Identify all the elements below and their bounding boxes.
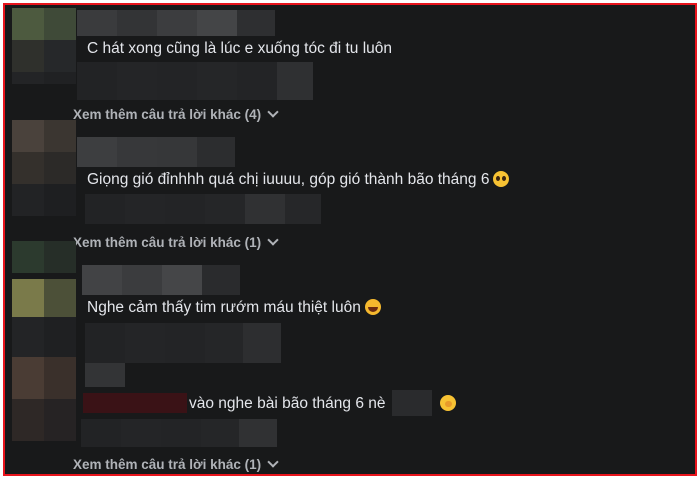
comment-meta xyxy=(85,323,281,363)
avatar[interactable] xyxy=(12,8,76,84)
avatar[interactable] xyxy=(12,241,76,359)
comment-meta xyxy=(77,62,313,100)
author-name[interactable] xyxy=(77,10,275,36)
comment-body: Nghe cảm thấy tim rướm máu thiệt luôn xyxy=(87,299,361,316)
view-more-replies-label: Xem thêm câu trả lời khác (4) xyxy=(73,107,262,122)
view-more-replies-link[interactable]: Xem thêm câu trả lời khác (4) xyxy=(73,106,279,122)
comment-text: C hát xong cũng là lúc e xuống tóc đi tu… xyxy=(87,39,392,59)
comment-body: vào nghe bài bão tháng 6 nè xyxy=(189,395,386,412)
avatar[interactable] xyxy=(12,120,76,216)
comment-text: Nghe cảm thấy tim rướm máu thiệt luôn xyxy=(87,298,381,318)
comment-text: Giọng gió đỉnhhh quá chị iuuuu, góp gió … xyxy=(87,170,510,190)
comment-meta xyxy=(85,194,321,224)
laughing-face-icon xyxy=(364,299,381,315)
view-more-replies-label: Xem thêm câu trả lời khác (1) xyxy=(73,235,262,250)
avatar[interactable] xyxy=(12,357,76,441)
chevron-down-icon xyxy=(267,106,279,118)
mention-tag[interactable] xyxy=(83,393,187,413)
redacted-block xyxy=(391,390,432,416)
author-name[interactable] xyxy=(85,363,125,387)
hand-over-mouth-face-icon xyxy=(439,395,456,411)
author-name[interactable] xyxy=(82,265,240,295)
comments-panel: C hát xong cũng là lúc e xuống tóc đi tu… xyxy=(3,3,697,476)
view-more-replies-link[interactable]: Xem thêm câu trả lời khác (1) xyxy=(73,456,279,472)
author-name[interactable] xyxy=(77,137,235,167)
view-more-replies-label: Xem thêm câu trả lời khác (1) xyxy=(73,457,262,472)
chevron-down-icon xyxy=(267,234,279,246)
comment-body: C hát xong cũng là lúc e xuống tóc đi tu… xyxy=(87,40,393,57)
chevron-down-icon xyxy=(267,456,279,468)
view-more-replies-link[interactable]: Xem thêm câu trả lời khác (1) xyxy=(73,234,279,250)
pleading-face-icon xyxy=(493,171,510,187)
comment-meta xyxy=(81,419,277,447)
comment-body: Giọng gió đỉnhhh quá chị iuuuu, góp gió … xyxy=(87,171,490,188)
comment-text: vào nghe bài bão tháng 6 nè xyxy=(83,390,456,416)
